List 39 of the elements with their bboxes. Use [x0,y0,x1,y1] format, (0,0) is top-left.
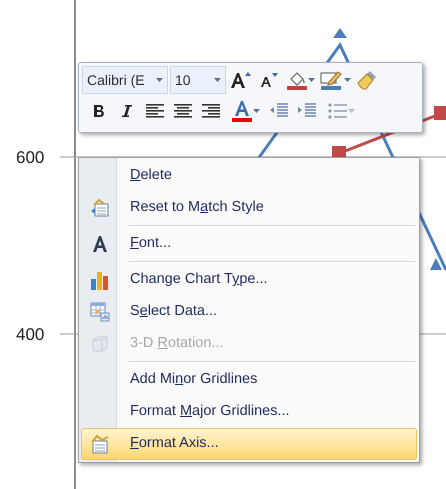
paint-bucket-icon [286,70,308,90]
menu-item[interactable]: Font... [81,228,417,260]
large-a-icon [230,71,252,89]
triangle-marker [333,28,347,38]
decrease-indent-icon [269,103,289,119]
caret-icon[interactable] [252,109,260,113]
small-a-icon [259,72,279,88]
align-center-icon [174,104,192,118]
font-name-field[interactable]: Calibri (E [82,66,168,94]
bold-icon [93,104,105,118]
menu-item[interactable]: Format Axis... [81,428,417,460]
menu-item[interactable]: Change Chart Type... [81,264,417,296]
letter-a-icon [91,235,109,253]
align-left-icon [146,104,164,118]
paintbrush-icon [356,69,378,91]
axis-label: 600 [16,147,44,169]
increase-indent-icon [297,103,317,119]
bullet-list-icon [328,103,348,119]
font-size-field[interactable]: 10 [170,66,226,94]
chart-reset-icon [90,198,110,218]
pencil-outline-icon [320,70,344,90]
font-color-icon [230,100,252,122]
menu-item[interactable]: Reset to Match Style [81,192,417,224]
italic-icon [121,104,133,118]
axis-label: 400 [16,324,44,346]
caret-icon[interactable] [214,78,221,82]
caret-icon[interactable] [344,78,350,82]
menu-item[interactable]: Delete [81,160,417,192]
table-data-icon [90,302,110,322]
caret-icon[interactable] [308,78,314,82]
cube-icon [91,335,109,353]
menu-item[interactable]: Add Minor Gridlines [81,364,417,396]
format-axis-icon [90,434,110,454]
align-right-icon [202,104,220,118]
caret-icon[interactable] [156,78,163,82]
triangle-marker [430,258,442,270]
bar-chart-icon [90,269,110,291]
menu-item[interactable]: Format Major Gridlines... [81,396,417,428]
menu-item[interactable]: Select Data... [81,296,417,328]
